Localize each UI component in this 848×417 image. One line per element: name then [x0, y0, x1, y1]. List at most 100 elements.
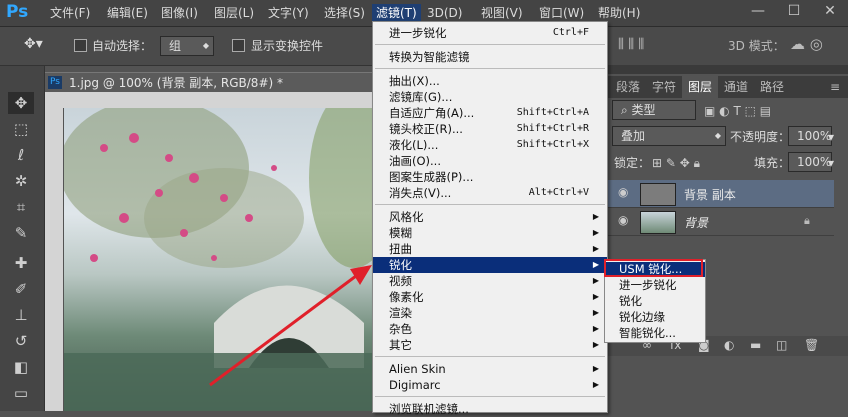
filter-menu-item[interactable]: 渲染 ▶ [373, 305, 607, 321]
opacity-input[interactable]: 100% [788, 126, 832, 146]
filter-menu-item[interactable]: 其它 ▶ [373, 337, 607, 353]
filter-menu-item[interactable]: 镜头校正(R)... Shift+Ctrl+R [373, 121, 607, 137]
sharpen-submenu-item[interactable]: 锐化边缘 [605, 310, 705, 325]
3d-orbit-icon[interactable]: ☁ ◎ [790, 35, 823, 53]
healing-brush-tool-icon[interactable]: ✚ [8, 252, 34, 274]
menu-edit[interactable]: 编辑(E) [103, 4, 152, 22]
move-tool-icon[interactable]: ✥▾ [24, 36, 43, 52]
menu-item-label: Alien Skin [389, 362, 446, 376]
layer-name: 背景 [684, 216, 709, 230]
sharpen-submenu-item[interactable]: 智能锐化... [605, 326, 705, 341]
minimize-button[interactable]: — [740, 0, 776, 22]
new-layer-icon[interactable]: ◫ [776, 338, 787, 352]
lock-icons[interactable]: ⊞ ✎ ✥ 🔒︎ [652, 154, 700, 172]
adjustment-icon[interactable]: ◐ [724, 338, 734, 352]
auto-select-checkbox[interactable] [74, 38, 87, 52]
fill-arrow-icon[interactable]: ▾ [828, 154, 834, 172]
menu-help[interactable]: 帮助(H) [594, 4, 644, 22]
submenu-arrow-icon: ▶ [592, 260, 599, 269]
blend-mode-value: 叠加 [621, 129, 646, 143]
menu-item-label: 进一步锐化 [389, 26, 447, 40]
tab-channels[interactable]: 通道 [718, 76, 754, 98]
move-tool-icon[interactable]: ✥ [8, 92, 34, 114]
align-icons[interactable]: ⫼ ⫼ ⫼ [618, 37, 644, 52]
filter-menu-item[interactable]: 锐化 ▶ [373, 257, 607, 273]
layer-filter-icons[interactable]: ▣ ◐ T ⬚ ▤ [704, 102, 771, 120]
blend-mode-dropdown[interactable]: 叠加 ◆ [612, 126, 726, 146]
filter-menu-item[interactable]: 滤镜库(G)... [373, 89, 607, 105]
filter-menu-item[interactable]: 模糊 ▶ [373, 225, 607, 241]
filter-menu-item[interactable]: 进一步锐化 Ctrl+F [373, 25, 607, 41]
layer-row[interactable]: ◉ 背景 🔒︎ [608, 208, 834, 236]
menu-3d[interactable]: 3D(D) [423, 4, 466, 22]
maximize-button[interactable]: ☐ [776, 0, 812, 22]
tab-layers[interactable]: 图层 [682, 76, 719, 98]
menu-filter[interactable]: 滤镜(T) [372, 4, 421, 22]
menu-view[interactable]: 视图(V) [477, 4, 527, 22]
auto-select-dropdown[interactable]: 组 ◆ [160, 36, 214, 56]
filter-menu-item[interactable]: 视频 ▶ [373, 273, 607, 289]
filter-menu-item[interactable]: Digimarc ▶ [373, 377, 607, 393]
menu-select[interactable]: 选择(S) [320, 4, 369, 22]
eyedropper-tool-icon[interactable]: ✎ [8, 222, 34, 244]
panel-menu-icon[interactable]: ≡ [824, 76, 846, 98]
filter-menu-item[interactable]: 图案生成器(P)... [373, 169, 607, 185]
history-brush-tool-icon[interactable]: ↺ [8, 330, 34, 352]
filter-menu-item[interactable]: 转换为智能滤镜 [373, 49, 607, 65]
marquee-tool-icon[interactable]: ⬚ [8, 118, 34, 140]
stamp-tool-icon[interactable]: ⊥ [8, 304, 34, 326]
filter-menu-item[interactable]: 浏览联机滤镜... [373, 401, 607, 417]
submenu-arrow-icon: ▶ [592, 340, 599, 349]
menu-item-label: 视频 [389, 274, 412, 288]
filter-menu-item[interactable]: 扭曲 ▶ [373, 241, 607, 257]
filter-menu-item[interactable]: 风格化 ▶ [373, 209, 607, 225]
menu-item-shortcut: Shift+Ctrl+A [516, 107, 589, 118]
layer-row[interactable]: ◉ 背景 副本 [608, 180, 834, 208]
opacity-arrow-icon[interactable]: ▾ [828, 128, 834, 146]
fill-input[interactable]: 100% [788, 152, 832, 172]
filter-menu-item[interactable]: 液化(L)... Shift+Ctrl+X [373, 137, 607, 153]
filter-menu-item[interactable]: 油画(O)... [373, 153, 607, 169]
folder-icon[interactable]: ▬ [750, 338, 761, 352]
menu-window[interactable]: 窗口(W) [535, 4, 588, 22]
sharpen-submenu-item[interactable]: 进一步锐化 [605, 278, 705, 293]
tab-character[interactable]: 字符 [646, 76, 682, 98]
menu-layer[interactable]: 图层(L) [210, 4, 258, 22]
menu-item-shortcut: Shift+Ctrl+X [516, 139, 589, 150]
red-arrow-annotation [209, 265, 372, 387]
menu-item-label: 智能锐化... [619, 326, 676, 340]
layer-filter-value: 类型 [631, 103, 656, 117]
submenu-arrow-icon: ▶ [592, 228, 599, 237]
eraser-tool-icon[interactable]: ◧ [8, 356, 34, 378]
filter-menu-item[interactable]: 抽出(X)... [373, 73, 607, 89]
filter-menu-item[interactable]: 杂色 ▶ [373, 321, 607, 337]
crop-tool-icon[interactable]: ⌗ [8, 196, 34, 218]
sharpen-submenu-item[interactable]: 锐化 [605, 294, 705, 309]
filter-menu-item[interactable]: Alien Skin ▶ [373, 361, 607, 377]
horizontal-ruler[interactable] [45, 92, 376, 108]
gradient-tool-icon[interactable]: ▭ [8, 382, 34, 404]
menu-type[interactable]: 文字(Y) [264, 4, 313, 22]
filter-menu-item[interactable]: 自适应广角(A)... Shift+Ctrl+A [373, 105, 607, 121]
magic-wand-tool-icon[interactable]: ✲ [8, 170, 34, 192]
layer-filter-dropdown[interactable]: ⌕ 类型 [612, 100, 696, 120]
menu-item-label: 滤镜库(G)... [389, 90, 453, 104]
filter-menu-item[interactable]: 像素化 ▶ [373, 289, 607, 305]
menu-image[interactable]: 图像(I) [157, 4, 202, 22]
brush-tool-icon[interactable]: ✐ [8, 278, 34, 300]
document-tab[interactable]: Ps 1.jpg @ 100% (背景 副本, RGB/8#) * [45, 72, 375, 93]
lasso-tool-icon[interactable]: ℓ [8, 144, 34, 166]
trash-icon[interactable]: 🗑︎ [804, 338, 819, 352]
vertical-ruler[interactable] [45, 92, 63, 411]
eye-icon[interactable]: ◉ [618, 213, 628, 227]
filter-menu-item[interactable]: 消失点(V)... Alt+Ctrl+V [373, 185, 607, 201]
tab-paths[interactable]: 路径 [754, 76, 790, 98]
layer-thumbnail [640, 183, 676, 206]
tab-paragraph[interactable]: 段落 [610, 76, 646, 98]
eye-icon[interactable]: ◉ [618, 185, 628, 199]
show-transform-checkbox[interactable] [232, 38, 245, 52]
dropdown-arrow-icon: ◆ [202, 41, 209, 50]
menu-file[interactable]: 文件(F) [46, 4, 94, 22]
panel-collapse-bar[interactable] [608, 65, 848, 74]
close-button[interactable]: ✕ [812, 0, 848, 22]
